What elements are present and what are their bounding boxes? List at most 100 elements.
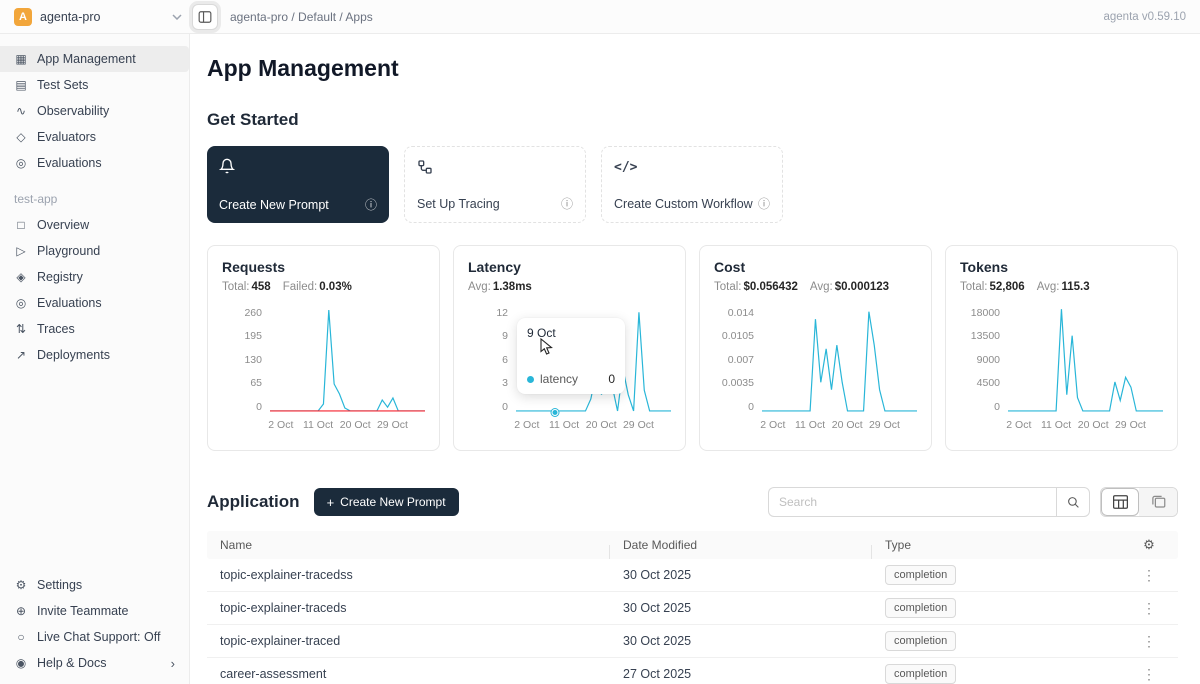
stat-card-title: Cost — [714, 259, 917, 275]
traces-icon: ⇅ — [14, 322, 28, 336]
series-requests — [270, 310, 425, 411]
kebab-menu-icon[interactable]: ⋮ — [1142, 633, 1156, 649]
workspace-selector[interactable]: A agenta-pro — [14, 8, 182, 26]
invite-teammate-icon: ⊕ — [14, 604, 28, 618]
column-header-date-modified[interactable]: Date Modified — [610, 538, 872, 552]
x-tick-label: 29 Oct — [377, 419, 408, 431]
sidebar-item-evaluations[interactable]: ◎Evaluations — [0, 150, 189, 176]
table-view-button[interactable] — [1101, 488, 1139, 516]
kebab-menu-icon[interactable]: ⋮ — [1142, 666, 1156, 682]
search-box — [768, 487, 1090, 517]
sidebar-collapse-icon — [198, 10, 212, 24]
column-header-name[interactable]: Name — [207, 538, 610, 552]
settings-icon: ⚙ — [14, 578, 28, 592]
gear-icon[interactable]: ⚙ — [1143, 537, 1155, 552]
sidebar-item-label: Observability — [37, 104, 109, 118]
card-view-button[interactable] — [1139, 488, 1177, 516]
stat-value: $0.000123 — [835, 281, 889, 293]
sidebar-item-help-docs[interactable]: ◉Help & Docs› — [0, 650, 189, 676]
y-tick-label: 0 — [502, 402, 508, 413]
column-header-type[interactable]: Type — [872, 538, 1120, 552]
get-started-card-create-new-prompt[interactable]: Create New Prompt ⓘ — [207, 146, 389, 223]
search-input[interactable] — [768, 487, 1056, 517]
y-axis-labels: 0.0140.01050.0070.00350 — [714, 308, 754, 412]
table-row[interactable]: topic-explainer-traceds30 Oct 2025comple… — [207, 592, 1178, 625]
topbar: A agenta-pro agenta-pro / Default / Apps… — [0, 0, 1200, 34]
sidebar-item-test-sets[interactable]: ▤Test Sets — [0, 72, 189, 98]
x-tick-label: 2 Oct — [268, 419, 293, 431]
create-new-prompt-button[interactable]: + Create New Prompt — [314, 488, 459, 516]
code-icon: </> — [614, 158, 770, 176]
breadcrumb: agenta-pro / Default / Apps — [230, 10, 373, 24]
get-started-cards: Create New PromptⓘSet Up Tracingⓘ</>Crea… — [207, 146, 1178, 223]
sidebar-item-settings[interactable]: ⚙ Settings — [0, 572, 189, 598]
get-started-card-label: Create Custom Workflow — [614, 197, 753, 211]
table-row[interactable]: topic-explainer-tracedss30 Oct 2025compl… — [207, 559, 1178, 592]
table-row[interactable]: career-assessment27 Oct 2025completion⋮ — [207, 658, 1178, 684]
get-started-card-create-custom-workflow[interactable]: </> Create Custom Workflow ⓘ — [601, 146, 783, 223]
x-tick-label: 20 Oct — [340, 419, 371, 431]
x-tick-label: 20 Oct — [586, 419, 617, 431]
version-label: agenta v0.59.10 — [1104, 11, 1187, 23]
stat-card-stats: Total:$0.056432Avg:$0.000123 — [714, 281, 917, 293]
create-new-prompt-label: Create New Prompt — [340, 495, 445, 509]
evaluations-icon: ◎ — [14, 296, 28, 310]
stat-card-requests: RequestsTotal:458Failed:0.03%26019513065… — [207, 245, 440, 451]
stat-failed: Failed:0.03% — [283, 281, 352, 293]
tracing-icon — [417, 158, 573, 176]
sidebar-item-live-chat-support-off[interactable]: ○Live Chat Support: Off — [0, 624, 189, 650]
chart-plot[interactable] — [762, 308, 917, 412]
chart: 0.0140.01050.0070.00350 — [714, 308, 917, 412]
get-started-card-set-up-tracing[interactable]: Set Up Tracingⓘ — [404, 146, 586, 223]
search-button[interactable] — [1056, 487, 1090, 517]
chart-line-svg — [1008, 308, 1163, 412]
stat-card-title: Latency — [468, 259, 671, 275]
kebab-menu-icon[interactable]: ⋮ — [1142, 600, 1156, 616]
sidebar-item-registry[interactable]: ◈Registry — [0, 264, 189, 290]
table-body: topic-explainer-tracedss30 Oct 2025compl… — [207, 559, 1178, 684]
app-type-cell: completion — [872, 598, 1120, 618]
apps-table: NameDate ModifiedType ⚙ topic-explainer-t… — [207, 531, 1178, 684]
chart-plot[interactable] — [1008, 308, 1163, 412]
stat-value: 1.38ms — [493, 281, 532, 293]
stat-total: Total:52,806 — [960, 281, 1025, 293]
kebab-menu-icon[interactable]: ⋮ — [1142, 567, 1156, 583]
sidebar-app-group: □Overview▷Playground◈Registry◎Evaluation… — [0, 212, 189, 368]
workspace-avatar: A — [14, 8, 32, 26]
app-date-modified: 27 Oct 2025 — [610, 667, 872, 681]
y-tick-label: 195 — [244, 331, 262, 342]
sidebar-toggle-button[interactable] — [192, 4, 218, 30]
table-row[interactable]: topic-explainer-traced30 Oct 2025complet… — [207, 625, 1178, 658]
deployments-icon: ↗ — [14, 348, 28, 362]
x-tick-label: 29 Oct — [623, 419, 654, 431]
sidebar-item-observability[interactable]: ∿Observability — [0, 98, 189, 124]
sidebar-item-traces[interactable]: ⇅Traces — [0, 316, 189, 342]
sidebar-item-deployments[interactable]: ↗ Deployments — [0, 342, 189, 368]
view-toggle — [1100, 487, 1178, 517]
get-started-card-label: Create New Prompt — [219, 198, 329, 212]
series-value: 0 — [608, 372, 615, 386]
info-icon: ⓘ — [758, 195, 770, 212]
sidebar-item-playground[interactable]: ▷Playground — [0, 238, 189, 264]
playground-icon: ▷ — [14, 244, 28, 258]
sidebar-item-evaluators[interactable]: ◇Evaluators — [0, 124, 189, 150]
sidebar-item-label: Overview — [37, 218, 89, 232]
stat-card-stats: Total:52,806Avg:115.3 — [960, 281, 1163, 293]
sidebar-item-label: Test Sets — [37, 78, 88, 92]
x-tick-label: 2 Oct — [1006, 419, 1031, 431]
chart-plot[interactable] — [270, 308, 425, 412]
info-icon: ⓘ — [365, 196, 377, 213]
sidebar-item-overview[interactable]: □Overview — [0, 212, 189, 238]
y-tick-label: 4500 — [977, 378, 1000, 389]
stat-total: Total:$0.056432 — [714, 281, 798, 293]
y-tick-label: 0.014 — [728, 308, 754, 319]
mouse-cursor-icon — [540, 338, 553, 358]
sidebar-item-invite-teammate[interactable]: ⊕Invite Teammate — [0, 598, 189, 624]
get-started-card-label: Set Up Tracing — [417, 197, 500, 211]
table-view-icon — [1113, 495, 1128, 509]
sidebar-item-evaluations[interactable]: ◎Evaluations — [0, 290, 189, 316]
sidebar-item-label: Deployments — [37, 348, 110, 362]
sidebar-item-app-management[interactable]: ▦App Management — [0, 46, 189, 72]
sidebar-item-label: Settings — [37, 578, 82, 592]
row-actions: ⋮ — [1120, 600, 1178, 617]
